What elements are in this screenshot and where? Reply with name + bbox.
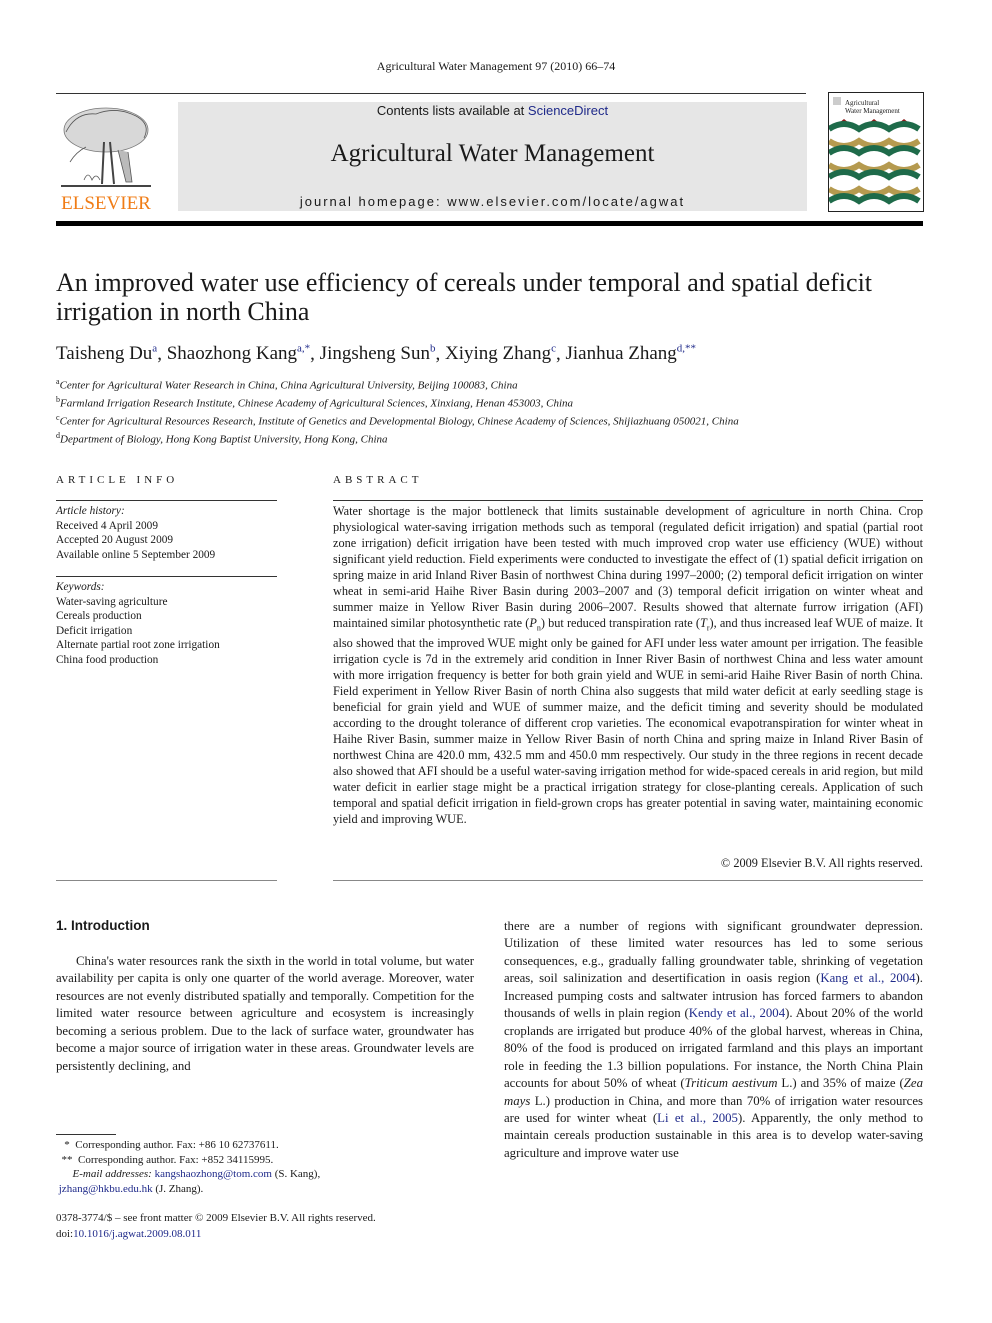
keyword: China food production: [56, 653, 159, 666]
footnote: * Corresponding author. Fax: +86 10 6273…: [64, 1139, 279, 1151]
contents-availability: Contents lists available at ScienceDirec…: [178, 103, 807, 118]
tree-icon: [61, 107, 151, 187]
keywords-label: Keywords:: [56, 581, 105, 593]
divider: [333, 880, 923, 881]
keywords: Keywords: Water-saving agriculture Cerea…: [56, 580, 277, 667]
header-thick-rule: [56, 221, 923, 226]
affiliation: aCenter for Agricultural Water Research …: [56, 377, 518, 392]
keyword: Deficit irrigation: [56, 624, 133, 637]
history-accepted: Accepted 20 August 2009: [56, 534, 174, 546]
doi-link[interactable]: 10.1016/j.agwat.2009.08.011: [73, 1228, 201, 1240]
top-rule: [56, 93, 806, 94]
footnote-rule: [56, 1134, 116, 1135]
journal-homepage: journal homepage: www.elsevier.com/locat…: [178, 194, 807, 209]
history-label: Article history:: [56, 505, 125, 517]
cover-title-line2: Water Management: [845, 107, 900, 115]
author[interactable]: Jingsheng Sunb: [320, 343, 436, 364]
citation-link[interactable]: Kendy et al., 2004: [689, 1006, 785, 1020]
affiliation: dDepartment of Biology, Hong Kong Baptis…: [56, 431, 388, 447]
affiliations: aCenter for Agricultural Water Research …: [56, 375, 936, 448]
email-link[interactable]: jzhang@hkbu.edu.hk: [59, 1183, 153, 1195]
homepage-url-link[interactable]: www.elsevier.com/locate/agwat: [447, 194, 685, 209]
email-link[interactable]: kangshaozhong@tom.com: [155, 1168, 272, 1180]
footnote: ** Corresponding author. Fax: +852 34115…: [61, 1153, 274, 1166]
footnotes: * Corresponding author. Fax: +86 10 6273…: [56, 1138, 486, 1196]
journal-name: Agricultural Water Management: [330, 140, 655, 167]
author[interactable]: Xiying Zhangc: [445, 343, 556, 364]
issn-line: 0378-3774/$ – see front matter © 2009 El…: [56, 1212, 376, 1224]
divider: [333, 500, 923, 501]
divider: [56, 500, 277, 501]
email-line: jzhang@hkbu.edu.hk (J. Zhang).: [58, 1182, 204, 1195]
citation-link[interactable]: Li et al., 2005: [657, 1111, 738, 1125]
abstract-body: Water shortage is the major bottleneck t…: [333, 504, 923, 826]
abstract-heading: ABSTRACT: [333, 474, 423, 486]
divider: [56, 880, 277, 881]
running-head: Agricultural Water Management 97 (2010) …: [376, 59, 616, 73]
journal-cover-thumbnail[interactable]: Agricultural Water Management: [828, 92, 924, 212]
divider: [56, 576, 277, 577]
author[interactable]: Taisheng Dua: [56, 343, 157, 364]
keyword: Alternate partial root zone irrigation: [56, 639, 220, 651]
doi-line: doi:10.1016/j.agwat.2009.08.011: [56, 1227, 202, 1240]
intro-paragraph-col1: China's water resources rank the sixth i…: [56, 954, 474, 1073]
elsevier-wordmark[interactable]: ELSEVIER: [56, 193, 156, 215]
intro-paragraph-col2: there are a number of regions with signi…: [504, 919, 924, 1160]
sciencedirect-link[interactable]: ScienceDirect: [528, 103, 608, 118]
article-history: Article history: Received 4 April 2009 A…: [56, 504, 277, 562]
section-heading-introduction: 1. Introduction: [56, 918, 150, 933]
author[interactable]: Shaozhong Kanga,*: [167, 343, 310, 364]
citation-link[interactable]: Kang et al., 2004: [820, 971, 915, 985]
author[interactable]: Jianhua Zhangd,**: [565, 343, 696, 364]
author-list: Taisheng Dua, Shaozhong Kanga,*, Jingshe…: [56, 343, 697, 365]
homepage-prefix: journal homepage:: [299, 194, 448, 209]
history-online: Available online 5 September 2009: [56, 548, 216, 561]
cover-title-line1: Agricultural: [845, 99, 879, 107]
article-title: An improved water use efficiency of cere…: [56, 268, 873, 326]
front-matter: 0378-3774/$ – see front matter © 2009 El…: [56, 1211, 486, 1242]
email-line: E-mail addresses: kangshaozhong@tom.com …: [72, 1168, 321, 1180]
history-received: Received 4 April 2009: [56, 519, 158, 532]
affiliation: bFarmland Irrigation Research Institute,…: [56, 395, 574, 410]
article-info-heading: ARTICLE INFO: [56, 474, 179, 486]
keyword: Water-saving agriculture: [56, 595, 168, 608]
contents-prefix: Contents lists available at: [376, 103, 528, 118]
abstract-copyright: © 2009 Elsevier B.V. All rights reserved…: [720, 856, 923, 870]
cover-pattern-icon: Agricultural Water Management: [829, 97, 921, 205]
affiliation: cCenter for Agricultural Resources Resea…: [56, 413, 739, 428]
keyword: Cereals production: [56, 610, 142, 622]
